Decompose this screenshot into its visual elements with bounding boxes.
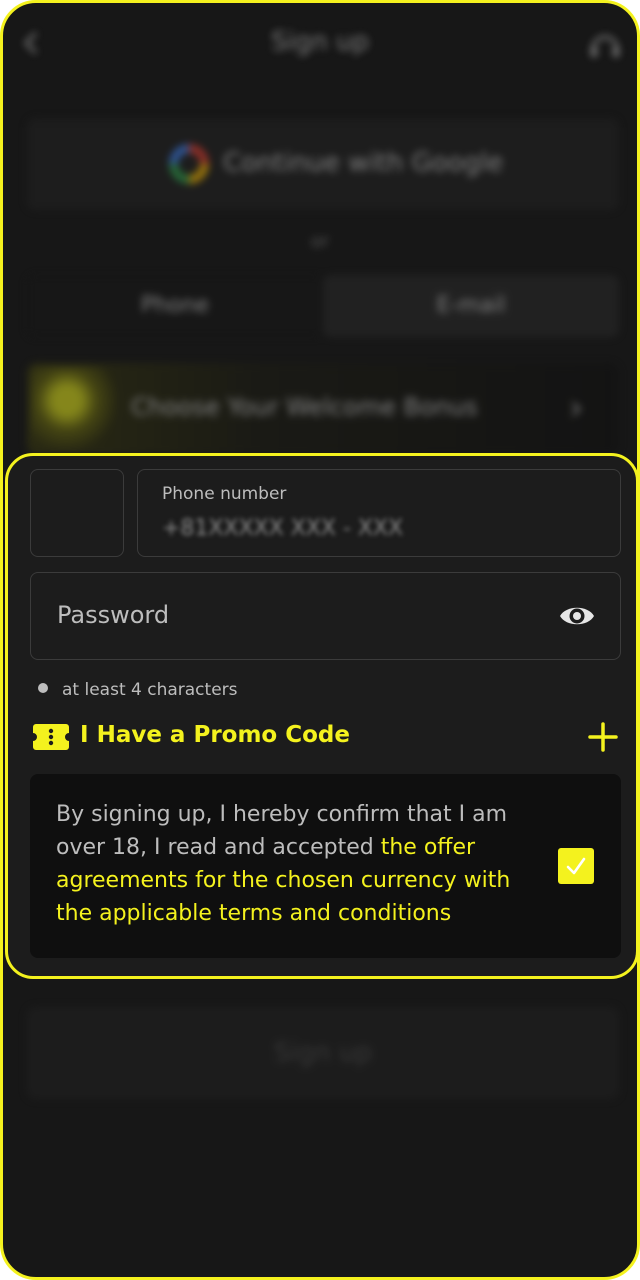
password-field[interactable]: Password	[30, 572, 621, 660]
google-button-label: Continue with Google	[223, 148, 504, 178]
continue-with-google-button[interactable]: Continue with Google	[27, 118, 619, 210]
plus-icon[interactable]	[586, 720, 620, 754]
top-bar: Sign up	[3, 3, 637, 87]
chevron-right-icon: ›	[569, 388, 583, 428]
bullet-icon	[38, 683, 48, 693]
sign-up-button[interactable]: Sign up	[27, 1007, 619, 1099]
password-hint: at least 4 characters	[38, 680, 238, 700]
ticket-icon	[33, 724, 69, 750]
promo-code-toggle[interactable]: I Have a Promo Code	[32, 718, 622, 758]
welcome-bonus-banner[interactable]: Choose Your Welcome Bonus ›	[27, 363, 619, 455]
page-title: Sign up	[271, 27, 369, 57]
password-placeholder: Password	[57, 601, 170, 629]
signup-method-tabs: Phone E-mail	[27, 275, 619, 337]
google-logo-icon	[169, 144, 209, 184]
checkmark-icon	[566, 857, 586, 875]
tab-email[interactable]: E-mail	[323, 275, 619, 337]
support-headset-icon[interactable]	[585, 25, 625, 65]
bonus-label: Choose Your Welcome Bonus	[131, 393, 478, 421]
password-hint-text: at least 4 characters	[62, 680, 238, 700]
eye-icon[interactable]	[558, 599, 596, 633]
terms-checkbox[interactable]	[558, 848, 594, 884]
phone-number-value: +81XXXXX XXX - XXX	[162, 516, 404, 541]
signup-form-card: Phone number +81XXXXX XXX - XXX Password…	[5, 453, 637, 979]
phone-frame: Sign up Continue with Google or Phone E-…	[0, 0, 640, 1280]
promo-code-label: I Have a Promo Code	[80, 722, 350, 748]
bonus-artwork	[31, 367, 121, 451]
phone-number-label: Phone number	[162, 484, 287, 504]
or-divider: or	[310, 231, 330, 252]
country-code-selector[interactable]	[30, 469, 124, 557]
terms-text: By signing up, I hereby confirm that I a…	[56, 798, 542, 930]
phone-number-field[interactable]: Phone number +81XXXXX XXX - XXX	[137, 469, 621, 557]
tab-phone[interactable]: Phone	[27, 275, 323, 337]
terms-agreement-box: By signing up, I hereby confirm that I a…	[30, 774, 621, 958]
